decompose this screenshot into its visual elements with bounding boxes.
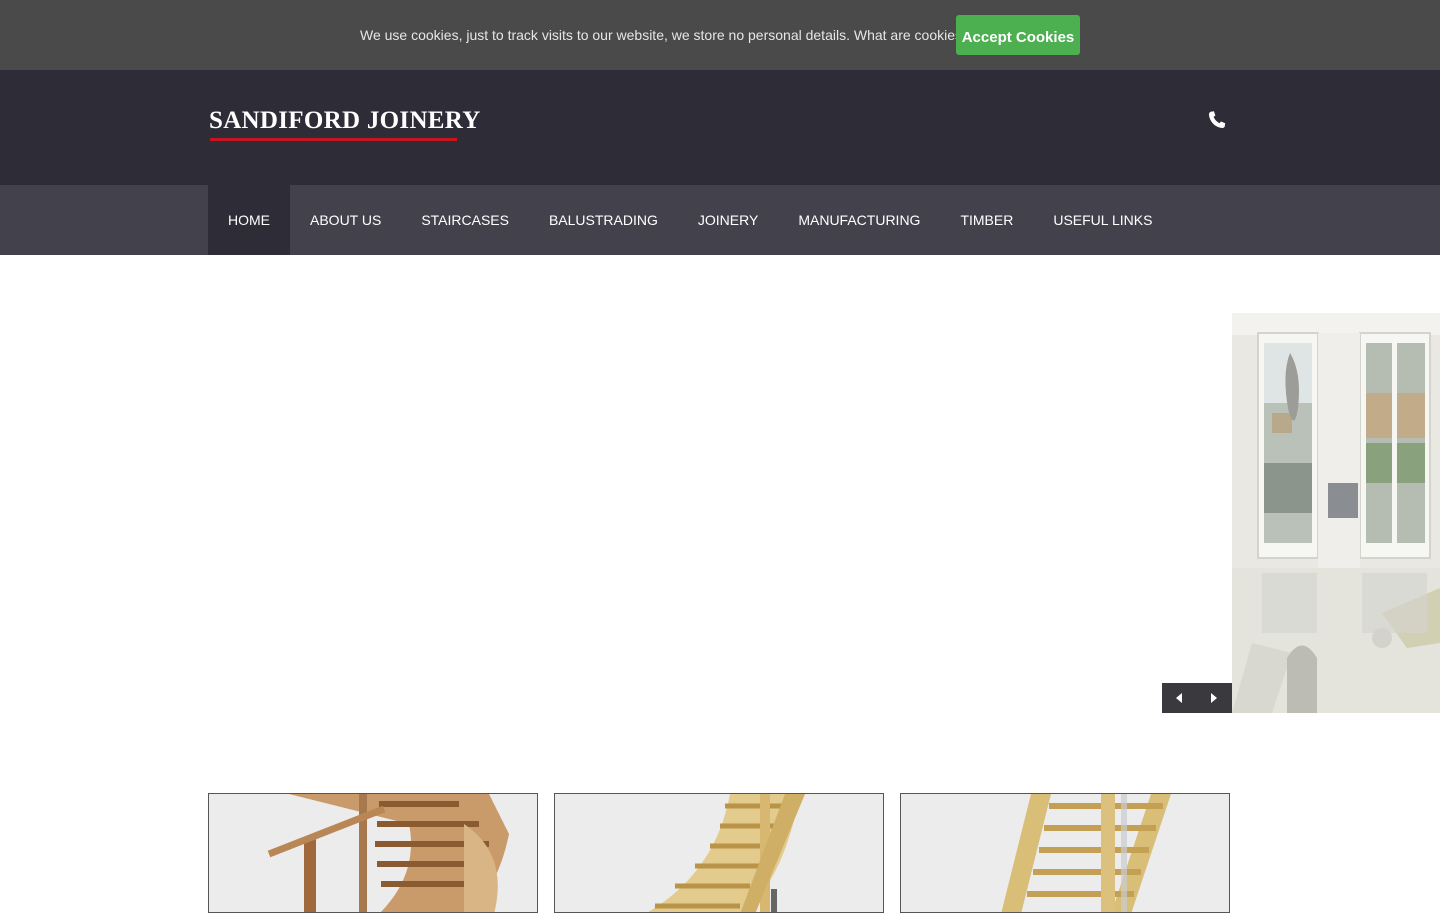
- nav-item-manufacturing[interactable]: MANUFACTURING: [778, 185, 940, 255]
- accept-cookies-button[interactable]: Accept Cookies: [956, 15, 1080, 55]
- cookie-bar: We use cookies, just to track visits to …: [0, 0, 1440, 70]
- nav-item-home[interactable]: HOME: [208, 185, 290, 255]
- cookie-message-text: We use cookies, just to track visits to …: [360, 27, 850, 43]
- nav-item-staircases[interactable]: STAIRCASES: [401, 185, 529, 255]
- product-card-spiral-staircase[interactable]: [208, 793, 538, 913]
- slider-next-button[interactable]: [1197, 683, 1232, 713]
- nav-item-balustrading[interactable]: BALUSTRADING: [529, 185, 678, 255]
- product-card-curved-staircase[interactable]: [554, 793, 884, 913]
- slider-controls: [1162, 683, 1232, 713]
- nav-list: HOME ABOUT US STAIRCASES BALUSTRADING JO…: [208, 185, 1172, 255]
- site-header: SANDIFORD JOINERY: [0, 70, 1440, 185]
- phone-icon[interactable]: [1207, 110, 1227, 130]
- logo-underline: [210, 138, 457, 141]
- main-nav: HOME ABOUT US STAIRCASES BALUSTRADING JO…: [0, 185, 1440, 255]
- nav-item-joinery[interactable]: JOINERY: [678, 185, 778, 255]
- nav-item-useful-links[interactable]: USEFUL LINKS: [1033, 185, 1172, 255]
- what-are-cookies-link[interactable]: What are cookies?: [854, 27, 970, 43]
- slider-prev-button[interactable]: [1162, 683, 1197, 713]
- logo[interactable]: SANDIFORD JOINERY: [209, 108, 481, 134]
- product-card-straight-staircase[interactable]: [900, 793, 1230, 913]
- cookie-message: We use cookies, just to track visits to …: [360, 27, 970, 43]
- nav-item-about-us[interactable]: ABOUT US: [290, 185, 401, 255]
- hero-slide-image: [1232, 313, 1440, 713]
- nav-item-timber[interactable]: TIMBER: [940, 185, 1033, 255]
